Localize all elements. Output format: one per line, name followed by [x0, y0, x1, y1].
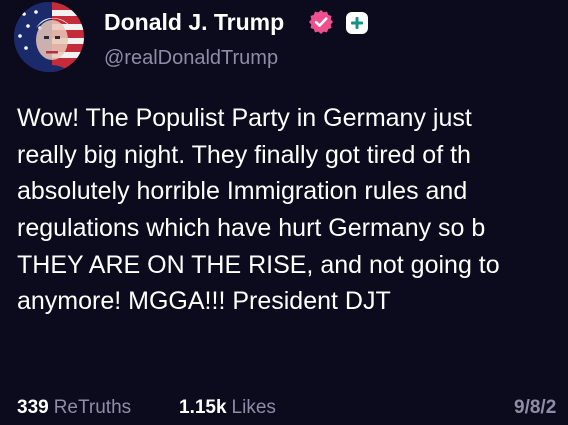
- post-header: Donald J. Trump @realDonaldTrump: [14, 2, 568, 72]
- likes-label: Likes: [231, 397, 276, 418]
- post-timestamp[interactable]: 9/8/2: [514, 394, 556, 422]
- post-text-line: absolutely horrible Immigration rules an…: [17, 177, 468, 206]
- avatar[interactable]: [14, 2, 84, 72]
- post-text-line: regulations which have hurt Germany so b: [17, 214, 486, 243]
- likes-count: 1.15k: [179, 397, 227, 418]
- verified-badge-icon: [308, 9, 334, 35]
- post-text-line: anymore! MGGA!!! President DJT: [17, 287, 391, 316]
- flag-portrait-icon: [14, 2, 84, 72]
- author-handle[interactable]: @realDonaldTrump: [104, 46, 278, 70]
- retruths-label: ReTruths: [53, 397, 132, 418]
- post-text-line: really big night. They finally got tired…: [17, 140, 471, 169]
- author-display-name[interactable]: Donald J. Trump: [104, 8, 284, 36]
- retruths-count: 339: [17, 397, 49, 418]
- post-text: Wow! The Populist Party in Germany just …: [17, 100, 568, 320]
- plus-icon[interactable]: [346, 12, 368, 34]
- likes-stat[interactable]: 1.15k Likes: [179, 394, 276, 422]
- post-stats: 339 ReTruths 1.15k Likes 9/8/2: [17, 394, 568, 422]
- post-text-line: THEY ARE ON THE RISE, and not going to: [17, 250, 500, 279]
- retruths-stat[interactable]: 339 ReTruths: [17, 394, 131, 422]
- truth-post: Donald J. Trump @realDonaldTrump Wow! Th…: [0, 0, 568, 425]
- post-text-line: Wow! The Populist Party in Germany just: [17, 104, 472, 132]
